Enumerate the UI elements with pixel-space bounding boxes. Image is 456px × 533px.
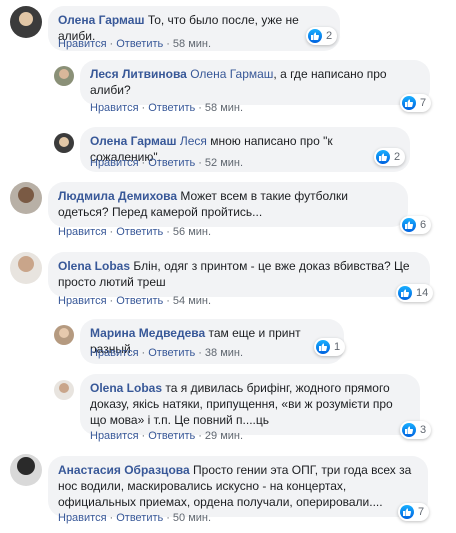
like-icon bbox=[308, 29, 322, 43]
like-link[interactable]: Нравится bbox=[90, 347, 139, 359]
reply-link[interactable]: Ответить bbox=[148, 157, 195, 169]
avatar[interactable] bbox=[54, 133, 74, 153]
reply-link[interactable]: Ответить bbox=[116, 295, 163, 307]
avatar[interactable] bbox=[54, 325, 74, 345]
like-link[interactable]: Нравится bbox=[90, 430, 139, 442]
comment-actions: Нравится · Ответить · 54 мин. bbox=[58, 295, 212, 307]
comment-time[interactable]: 50 мин. bbox=[173, 512, 211, 524]
reply-link[interactable]: Ответить bbox=[148, 347, 195, 359]
comment-mention[interactable]: Леся bbox=[180, 134, 207, 148]
comment-author[interactable]: Olena Lobas bbox=[90, 381, 162, 395]
reaction-count[interactable]: 7 bbox=[398, 503, 430, 521]
reply-link[interactable]: Ответить bbox=[116, 226, 163, 238]
comment-time[interactable]: 54 мин. bbox=[173, 295, 211, 307]
reaction-count[interactable]: 2 bbox=[306, 27, 338, 45]
comment-actions: Нравится · Ответить · 56 мин. bbox=[58, 226, 212, 238]
avatar[interactable] bbox=[10, 454, 42, 486]
comment-time[interactable]: 38 мин. bbox=[205, 347, 243, 359]
like-link[interactable]: Нравится bbox=[90, 102, 139, 114]
reply-link[interactable]: Ответить bbox=[148, 430, 195, 442]
reaction-count[interactable]: 3 bbox=[400, 421, 432, 439]
comment-time[interactable]: 29 мин. bbox=[205, 430, 243, 442]
comment-bubble: Olena Lobas Блін, одяг з принтом - це вж… bbox=[48, 252, 430, 297]
like-icon bbox=[400, 505, 414, 519]
like-link[interactable]: Нравится bbox=[58, 226, 107, 238]
reply-link[interactable]: Ответить bbox=[116, 512, 163, 524]
comment-actions: Нравится · Ответить · 58 мин. bbox=[58, 38, 212, 50]
like-link[interactable]: Нравится bbox=[58, 38, 107, 50]
like-link[interactable]: Нравится bbox=[90, 157, 139, 169]
reaction-count[interactable]: 2 bbox=[374, 148, 406, 166]
like-icon bbox=[316, 340, 330, 354]
reaction-count[interactable]: 7 bbox=[400, 94, 432, 112]
like-icon bbox=[402, 423, 416, 437]
avatar[interactable] bbox=[10, 182, 42, 214]
comment-bubble: Olena Lobas та я дивилась брифінг, жодно… bbox=[80, 374, 420, 435]
comment-mention[interactable]: Олена Гармаш bbox=[190, 67, 273, 81]
comment-bubble: Леся Литвинова Олена Гармаш, а где напис… bbox=[80, 60, 430, 105]
like-icon bbox=[376, 150, 390, 164]
like-link[interactable]: Нравится bbox=[58, 295, 107, 307]
comment-time[interactable]: 58 мин. bbox=[205, 102, 243, 114]
like-link[interactable]: Нравится bbox=[58, 512, 107, 524]
avatar[interactable] bbox=[10, 252, 42, 284]
comment-author[interactable]: Людмила Демихова bbox=[58, 189, 177, 203]
comment-bubble: Людмила Демихова Может всем в такие футб… bbox=[48, 182, 408, 227]
comment-actions: Нравится · Ответить · 38 мин. bbox=[90, 347, 244, 359]
comment-actions: Нравится · Ответить · 29 мин. bbox=[90, 430, 244, 442]
avatar[interactable] bbox=[54, 66, 74, 86]
comment-time[interactable]: 56 мин. bbox=[173, 226, 211, 238]
comment-time[interactable]: 52 мин. bbox=[205, 157, 243, 169]
avatar[interactable] bbox=[10, 6, 42, 38]
reaction-count[interactable]: 6 bbox=[400, 216, 432, 234]
comment-bubble: Анастасия Образцова Просто гении эта ОПГ… bbox=[48, 456, 428, 517]
like-icon bbox=[402, 218, 416, 232]
reaction-count[interactable]: 1 bbox=[314, 338, 346, 356]
comment-actions: Нравится · Ответить · 50 мин. bbox=[58, 512, 212, 524]
comment-author[interactable]: Леся Литвинова bbox=[90, 67, 187, 81]
reply-link[interactable]: Ответить bbox=[148, 102, 195, 114]
reply-link[interactable]: Ответить bbox=[116, 38, 163, 50]
like-icon bbox=[398, 286, 412, 300]
comment-actions: Нравится · Ответить · 52 мин. bbox=[90, 157, 244, 169]
reaction-count[interactable]: 14 bbox=[396, 284, 434, 302]
avatar[interactable] bbox=[54, 380, 74, 400]
comment-author[interactable]: Олена Гармаш bbox=[58, 13, 144, 27]
comment-author[interactable]: Анастасия Образцова bbox=[58, 463, 190, 477]
comment-author[interactable]: Олена Гармаш bbox=[90, 134, 176, 148]
comment-time[interactable]: 58 мин. bbox=[173, 38, 211, 50]
like-icon bbox=[402, 96, 416, 110]
comment-actions: Нравится · Ответить · 58 мин. bbox=[90, 102, 244, 114]
comment-author[interactable]: Olena Lobas bbox=[58, 259, 130, 273]
comment-author[interactable]: Марина Медведева bbox=[90, 326, 205, 340]
